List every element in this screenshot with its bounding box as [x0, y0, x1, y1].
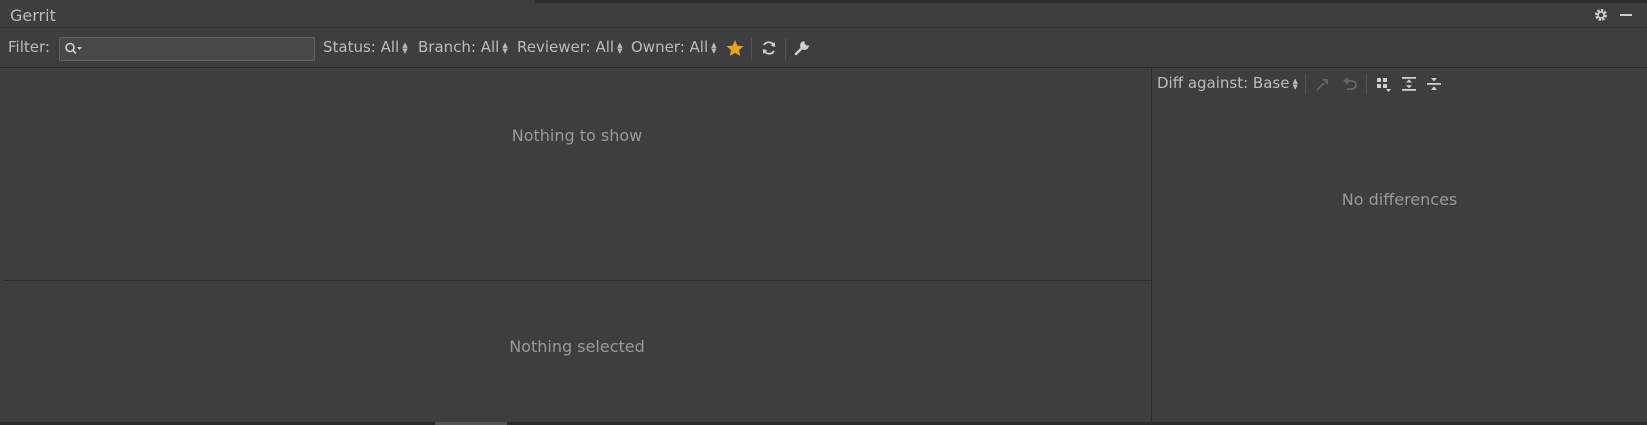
chevron-updown-icon: ▲ ▼ — [617, 40, 623, 55]
compare-icon[interactable] — [1313, 74, 1333, 98]
wrench-icon[interactable] — [792, 38, 812, 62]
toolbar-separator — [785, 38, 786, 60]
tool-window-header: Gerrit — [0, 3, 1647, 28]
minimize-icon[interactable] — [1617, 6, 1635, 24]
change-details: Nothing selected — [3, 281, 1151, 422]
diff-against-dropdown[interactable]: Diff against: Base ▲ ▼ — [1157, 74, 1298, 92]
reviewer-dropdown-label: Reviewer: All — [517, 38, 615, 56]
expand-all-icon[interactable] — [1399, 74, 1419, 98]
status-dropdown-label: Status: All — [323, 38, 400, 56]
chevron-updown-icon: ▲ ▼ — [1292, 76, 1298, 91]
chevron-updown-icon: ▲ ▼ — [502, 40, 508, 55]
filter-toolbar: Filter: Status: All ▲ ▼ Branch: All ▲ ▼ Revi… — [0, 28, 1647, 68]
search-input[interactable] — [86, 39, 314, 61]
diff-against-label: Diff against: Base — [1157, 74, 1290, 92]
panel-title: Gerrit — [10, 6, 56, 25]
owner-dropdown-label: Owner: All — [631, 38, 709, 56]
status-dropdown[interactable]: Status: All ▲ ▼ — [323, 38, 408, 56]
toolbar-separator — [1366, 74, 1367, 94]
branch-dropdown[interactable]: Branch: All ▲ ▼ — [418, 38, 508, 56]
chevron-updown-icon: ▲ ▼ — [711, 40, 717, 55]
reviewer-dropdown[interactable]: Reviewer: All ▲ ▼ — [517, 38, 622, 56]
diff-empty-text: No differences — [1341, 190, 1458, 209]
toolbar-separator — [1305, 74, 1306, 94]
owner-dropdown[interactable]: Owner: All ▲ ▼ — [631, 38, 717, 56]
refresh-icon[interactable] — [759, 38, 779, 62]
group-by-icon[interactable] — [1374, 74, 1394, 98]
search-field[interactable] — [59, 37, 315, 61]
diff-panel: Diff against: Base ▲ ▼ No differences — [1152, 68, 1647, 424]
changes-empty-text: Nothing to show — [511, 126, 643, 145]
details-empty-text: Nothing selected — [509, 337, 645, 356]
search-icon[interactable] — [64, 41, 84, 61]
filter-label: Filter: — [8, 38, 50, 56]
collapse-all-icon[interactable] — [1424, 74, 1444, 98]
chevron-updown-icon: ▲ ▼ — [402, 40, 408, 55]
revert-icon[interactable] — [1340, 74, 1360, 98]
star-icon[interactable] — [725, 38, 745, 62]
toolbar-separator — [751, 38, 752, 60]
changes-area: Nothing to show Nothing selected — [3, 68, 1151, 422]
branch-dropdown-label: Branch: All — [418, 38, 500, 56]
gear-icon[interactable] — [1592, 6, 1610, 24]
changes-list[interactable]: Nothing to show — [3, 68, 1151, 281]
